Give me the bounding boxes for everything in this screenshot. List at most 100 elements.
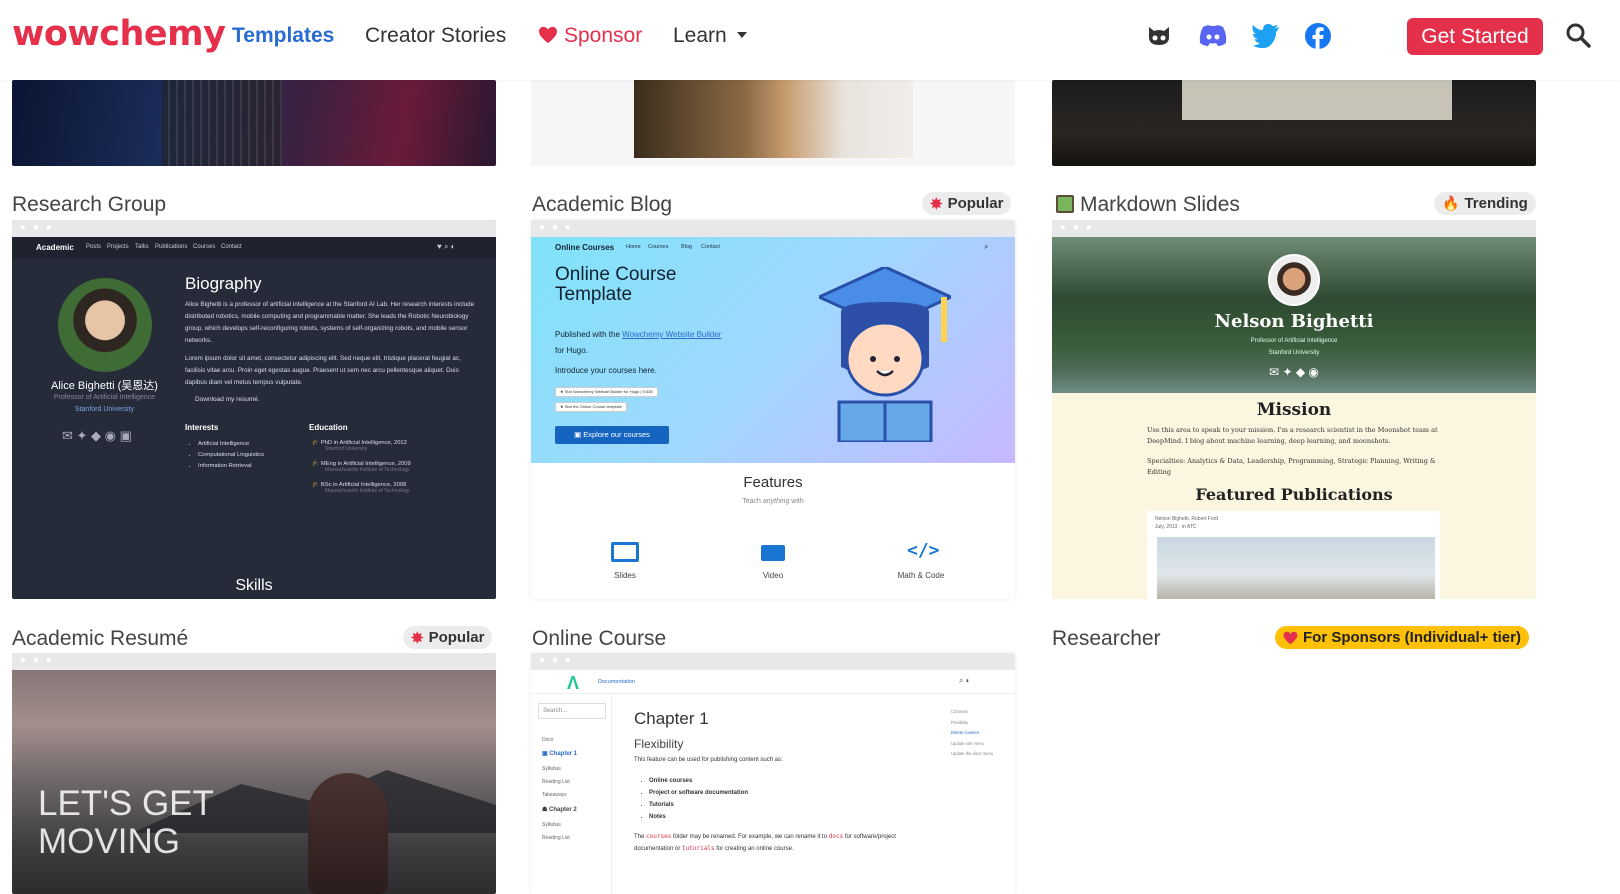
sidebar-item: Syllabus bbox=[542, 822, 561, 828]
caret-down-icon bbox=[736, 32, 747, 38]
list-item: Project or software documentation bbox=[641, 787, 748, 799]
overlay-text: LET'S GET MOVING bbox=[38, 784, 214, 861]
preview-star-button-2: ★ Star the Online Course template bbox=[555, 402, 627, 412]
nav-templates[interactable]: Templates bbox=[232, 24, 334, 48]
preview-mission-heading: Mission bbox=[1256, 400, 1332, 420]
education-item: 🎓 BSc in Artificial Intelligence, 2008 Ma… bbox=[312, 482, 410, 494]
badge-label: Trending bbox=[1464, 195, 1528, 212]
education-item: 🎓 MEng in Artificial Intelligence, 2009 M… bbox=[312, 461, 411, 473]
preview-subheading: Flexibility bbox=[634, 737, 684, 751]
sidebar-item: Docs bbox=[542, 737, 554, 743]
preview-education-heading: Education bbox=[309, 423, 348, 432]
burst-icon: ✸ bbox=[411, 629, 424, 647]
video-feature-icon bbox=[761, 545, 785, 561]
feature-label: Slides bbox=[614, 571, 636, 580]
research-group-preview[interactable]: ● ● ● Academic Posts Projects Talks Publ… bbox=[12, 220, 496, 599]
preview-menu-3: Contact bbox=[701, 244, 720, 250]
divider bbox=[611, 694, 612, 894]
card-title-researcher[interactable]: Researcher bbox=[1052, 627, 1161, 651]
nav-sponsor[interactable]: Sponsor bbox=[538, 24, 642, 48]
preview-mission-text: Use this area to speak to your mission. … bbox=[1147, 426, 1438, 445]
sidebar-item: Syllabus bbox=[542, 766, 561, 772]
preview-menu-4: Courses bbox=[193, 244, 216, 250]
divider bbox=[531, 693, 1015, 694]
list-item: Notes bbox=[641, 811, 748, 823]
nav-creator-stories[interactable]: Creator Stories bbox=[365, 24, 506, 48]
toc-item: Contents bbox=[951, 709, 968, 714]
preview-skills-heading: Skills bbox=[235, 577, 273, 594]
preview-person-role: Professor of Artificial Intelligence bbox=[1250, 338, 1338, 344]
badge-sponsors: For Sponsors (Individual+ tier) bbox=[1275, 626, 1529, 649]
preview-bio-text: Alice Bighetti is a professor of artific… bbox=[185, 301, 475, 344]
preview-menu-0: Home bbox=[626, 244, 641, 250]
preview-features-heading: Features bbox=[743, 474, 803, 491]
browser-bar: ● ● ● bbox=[1052, 220, 1536, 237]
card-title-research-group[interactable]: Research Group bbox=[12, 193, 166, 217]
browser-bar: ● ● ● bbox=[12, 653, 496, 670]
preview-menu-3: Publications bbox=[155, 244, 188, 250]
preview-specialties: Specialties: Analytics & Data, Leadershi… bbox=[1147, 457, 1436, 476]
card-title-academic-resume[interactable]: Academic Resumé bbox=[12, 627, 188, 651]
nav-sponsor-label: Sponsor bbox=[564, 24, 643, 47]
preview-site-name: Academic bbox=[36, 243, 74, 252]
toc-item: Delete courses bbox=[951, 730, 979, 735]
brand-logo[interactable]: wowchemy bbox=[12, 14, 226, 54]
badge-trending: 🔥 Trending bbox=[1434, 192, 1536, 215]
preview-menu-5: Contact bbox=[221, 244, 242, 250]
sidebar-item-active: ▣ Chapter 1 bbox=[542, 751, 578, 757]
markdown-slides-preview[interactable]: ● ● ● Nelson Bighetti Professor of Artif… bbox=[1052, 220, 1536, 599]
list-item: Online courses bbox=[641, 775, 748, 787]
sidebar-item: Reading List bbox=[542, 835, 570, 841]
github-icon[interactable] bbox=[1143, 20, 1175, 52]
nav-learn-dropdown[interactable]: Learn bbox=[673, 24, 748, 48]
online-course-preview[interactable]: ● ● ● Ʌ Documentation ⌕ ◐ Search... Docs… bbox=[531, 653, 1015, 894]
preview-menu-1: Courses bbox=[648, 244, 669, 250]
card-title-academic-blog[interactable]: Academic Blog bbox=[532, 193, 672, 217]
education-item: 🎓 PhD in Artificial Intelligence, 2012 St… bbox=[312, 440, 407, 452]
preview-search-icon: ⌕ bbox=[984, 242, 989, 251]
toc: Contents Flexibility Delete courses Upda… bbox=[951, 707, 1011, 760]
discord-icon[interactable] bbox=[1197, 20, 1229, 52]
preview-menu-1: Projects bbox=[107, 244, 129, 250]
preview-person-org: Stanford University bbox=[74, 406, 135, 413]
laptop-preview-image[interactable] bbox=[12, 80, 496, 166]
preview-pubs-heading: Featured Publications bbox=[1195, 485, 1393, 504]
preview-cta-button: ▣ Explore our courses bbox=[555, 426, 669, 444]
preview-download: Download my resumé. bbox=[195, 396, 260, 403]
card-title-online-course[interactable]: Online Course bbox=[532, 627, 666, 651]
badge-label: Popular bbox=[428, 629, 485, 646]
preview-social-icons: ✉ ✦ ◆ ◉ bbox=[1269, 365, 1319, 379]
preview-person-role: Professor of Artificial Intelligence bbox=[53, 394, 156, 401]
facebook-icon[interactable] bbox=[1302, 20, 1334, 52]
get-started-button[interactable]: Get Started bbox=[1407, 18, 1543, 55]
search-icon[interactable] bbox=[1565, 22, 1591, 53]
preview-hero-heading: Online Course Template bbox=[555, 264, 677, 305]
heart-icon bbox=[539, 26, 557, 44]
stage-screen bbox=[1182, 80, 1452, 120]
conference-preview-image[interactable] bbox=[1052, 80, 1536, 166]
card-title-markdown-slides[interactable]: Markdown Slides bbox=[1056, 193, 1240, 217]
slides-feature-icon bbox=[611, 542, 639, 562]
top-navbar: wowchemy Templates Creator Stories Spons… bbox=[0, 0, 1620, 80]
academic-blog-preview[interactable]: ● ● ● Online Courses Home Courses Blog C… bbox=[531, 220, 1015, 599]
pub-date: July, 2013 · in ATC bbox=[1155, 524, 1197, 530]
preview-menu-2: Talks bbox=[135, 244, 149, 250]
preview-search-input: Search... bbox=[538, 703, 606, 719]
heart-icon bbox=[1283, 631, 1298, 644]
feature-label: Math & Code bbox=[897, 571, 945, 580]
card-title-label: Markdown Slides bbox=[1080, 193, 1240, 216]
badge-label: Popular bbox=[947, 195, 1004, 212]
avatar bbox=[1268, 254, 1320, 306]
twitter-icon[interactable] bbox=[1250, 20, 1282, 52]
toc-item: Update the docs menu bbox=[951, 751, 994, 756]
toc-item: Flexibility bbox=[951, 719, 969, 725]
academic-resume-preview[interactable]: ● ● ● LET'S GET MOVING bbox=[12, 653, 496, 894]
publication-card: Nelson Bighetti, Robert Ford July, 2013 … bbox=[1147, 511, 1440, 599]
preview-person-name: Nelson Bighetti bbox=[1214, 311, 1374, 332]
interest-item: Artificial Intelligence bbox=[198, 439, 264, 450]
preview-bio-text2: Lorem ipsum dolor sit amet, consectetur … bbox=[185, 355, 461, 386]
hands-preview-image[interactable] bbox=[531, 80, 1015, 166]
person-silhouette bbox=[308, 773, 388, 894]
code-feature-icon: </> bbox=[907, 540, 940, 561]
preview-navbar: Academic Posts Projects Talks Publicatio… bbox=[12, 237, 496, 259]
